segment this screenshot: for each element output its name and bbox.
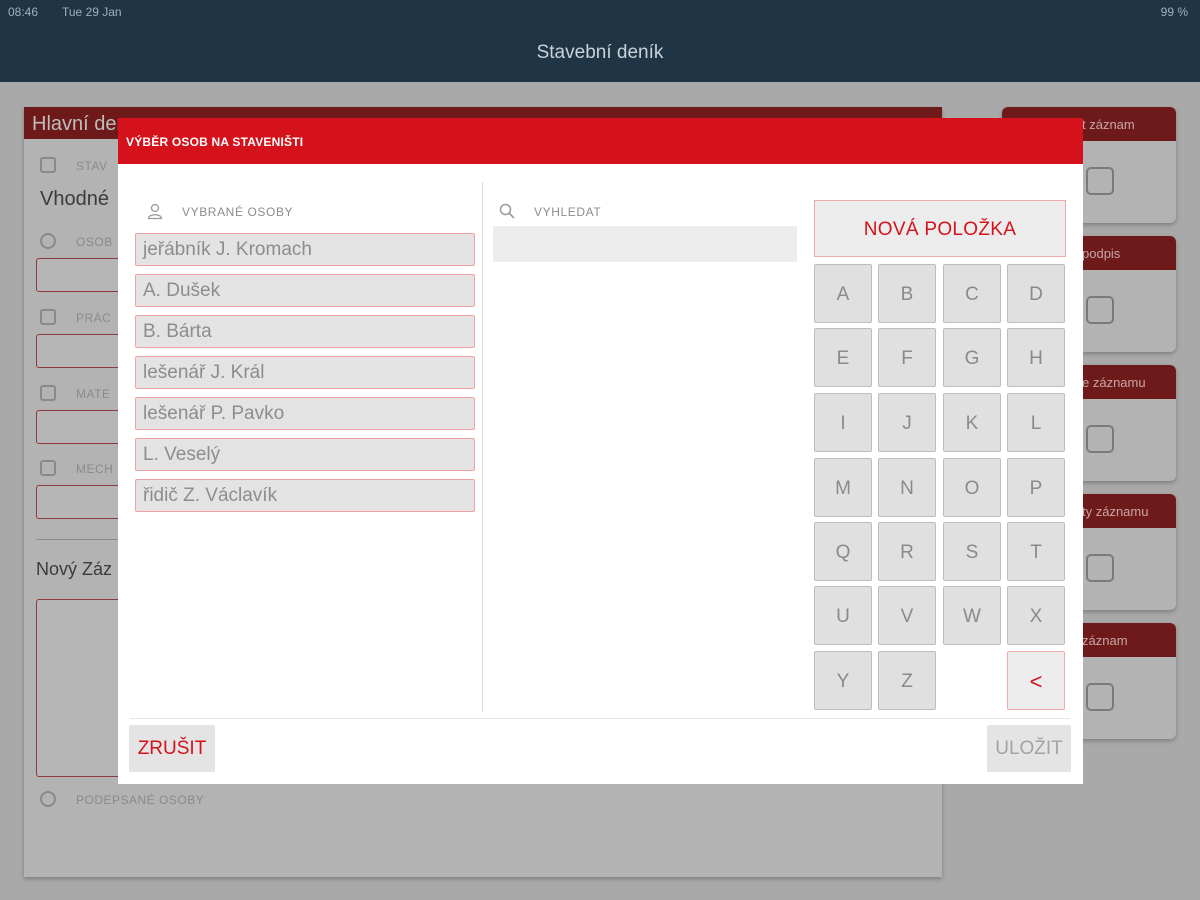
nav-bar: Stavební deník: [0, 24, 1200, 82]
selected-persons-label: VYBRANÉ OSOBY: [182, 205, 294, 219]
status-date: Tue 29 Jan: [62, 5, 122, 19]
key-c[interactable]: C: [943, 264, 1001, 323]
pin-icon: [1086, 167, 1114, 195]
key-h[interactable]: H: [1007, 328, 1065, 387]
save-button[interactable]: ULOŽIT: [987, 725, 1071, 772]
bg-field-value: Vhodné: [40, 188, 109, 210]
key-l[interactable]: L: [1007, 393, 1065, 452]
material-icon: [40, 385, 56, 401]
key-g[interactable]: G: [943, 328, 1001, 387]
bg-label-signed: PODEPSANÉ OSOBY: [76, 793, 205, 807]
person-picker-dialog: VÝBĚR OSOB NA STAVENIŠTI VYBRANÉ OSOBY j…: [118, 118, 1083, 784]
key-n[interactable]: N: [878, 458, 936, 517]
person-icon: [147, 203, 163, 220]
backspace-button[interactable]: <: [1007, 651, 1065, 710]
nav-title: Stavební deník: [536, 42, 664, 63]
column-divider: [482, 182, 483, 712]
key-a[interactable]: A: [814, 264, 872, 323]
footer-divider: [130, 718, 1070, 719]
person-icon: [40, 233, 56, 249]
bg-new-record-label: Nový Záz: [36, 559, 113, 579]
status-bar: 08:46 Tue 29 Jan 99 %: [0, 0, 1200, 24]
cancel-button[interactable]: ZRUŠIT: [129, 725, 215, 772]
key-z[interactable]: Z: [878, 651, 936, 710]
bg-label-osob: OSOB: [76, 235, 113, 249]
machine-icon: [40, 460, 56, 476]
status-battery: 99 %: [1160, 5, 1188, 19]
selected-person-item[interactable]: B. Bárta: [135, 315, 475, 348]
puzzle-icon: [1086, 683, 1114, 711]
search-input[interactable]: [493, 226, 797, 262]
bg-label-stav: STAV: [76, 159, 108, 173]
status-time: 08:46: [8, 5, 39, 19]
key-v[interactable]: V: [878, 586, 936, 645]
key-t[interactable]: T: [1007, 522, 1065, 581]
signature-icon: [1086, 296, 1114, 324]
key-w[interactable]: W: [943, 586, 1001, 645]
key-m[interactable]: M: [814, 458, 872, 517]
key-r[interactable]: R: [878, 522, 936, 581]
dialog-header: VÝBĚR OSOB NA STAVENIŠTI: [118, 118, 1083, 164]
search-icon: [499, 203, 515, 219]
selected-person-item[interactable]: jeřábník J. Kromach: [135, 233, 475, 266]
key-q[interactable]: Q: [814, 522, 872, 581]
selected-person-item[interactable]: řidič Z. Václavík: [135, 479, 475, 512]
key-p[interactable]: P: [1007, 458, 1065, 517]
key-i[interactable]: I: [814, 393, 872, 452]
selected-person-item[interactable]: lešenář J. Král: [135, 356, 475, 389]
building-icon: [40, 157, 56, 173]
selected-person-item[interactable]: A. Dušek: [135, 274, 475, 307]
key-y[interactable]: Y: [814, 651, 872, 710]
key-d[interactable]: D: [1007, 264, 1065, 323]
key-b[interactable]: B: [878, 264, 936, 323]
selected-person-item[interactable]: L. Veselý: [135, 438, 475, 471]
signed-persons-icon: [40, 791, 56, 807]
bg-label-mate: MATE: [76, 387, 111, 401]
key-x[interactable]: X: [1007, 586, 1065, 645]
new-item-button[interactable]: NOVÁ POLOŽKA: [814, 200, 1066, 257]
key-f[interactable]: F: [878, 328, 936, 387]
search-label: VYHLEDAT: [534, 205, 602, 219]
dialog-title: VÝBĚR OSOB NA STAVENIŠTI: [126, 135, 304, 149]
key-k[interactable]: K: [943, 393, 1001, 452]
wrench-icon: [40, 309, 56, 325]
bg-label-mech: MECH: [76, 462, 114, 476]
bg-label-prac: PRÁC: [76, 311, 112, 325]
key-s[interactable]: S: [943, 522, 1001, 581]
bg-field-work: [36, 334, 126, 368]
selected-person-item[interactable]: lešenář P. Pavko: [135, 397, 475, 430]
key-e[interactable]: E: [814, 328, 872, 387]
key-j[interactable]: J: [878, 393, 936, 452]
key-o[interactable]: O: [943, 458, 1001, 517]
bg-record-textarea: [36, 599, 126, 777]
paperclip-icon: [1086, 554, 1114, 582]
bg-field-persons: [36, 258, 126, 292]
key-u[interactable]: U: [814, 586, 872, 645]
bg-field-machines: [36, 485, 126, 519]
image-icon: [1086, 425, 1114, 453]
divider: [36, 539, 126, 540]
bg-field-material: [36, 410, 126, 444]
